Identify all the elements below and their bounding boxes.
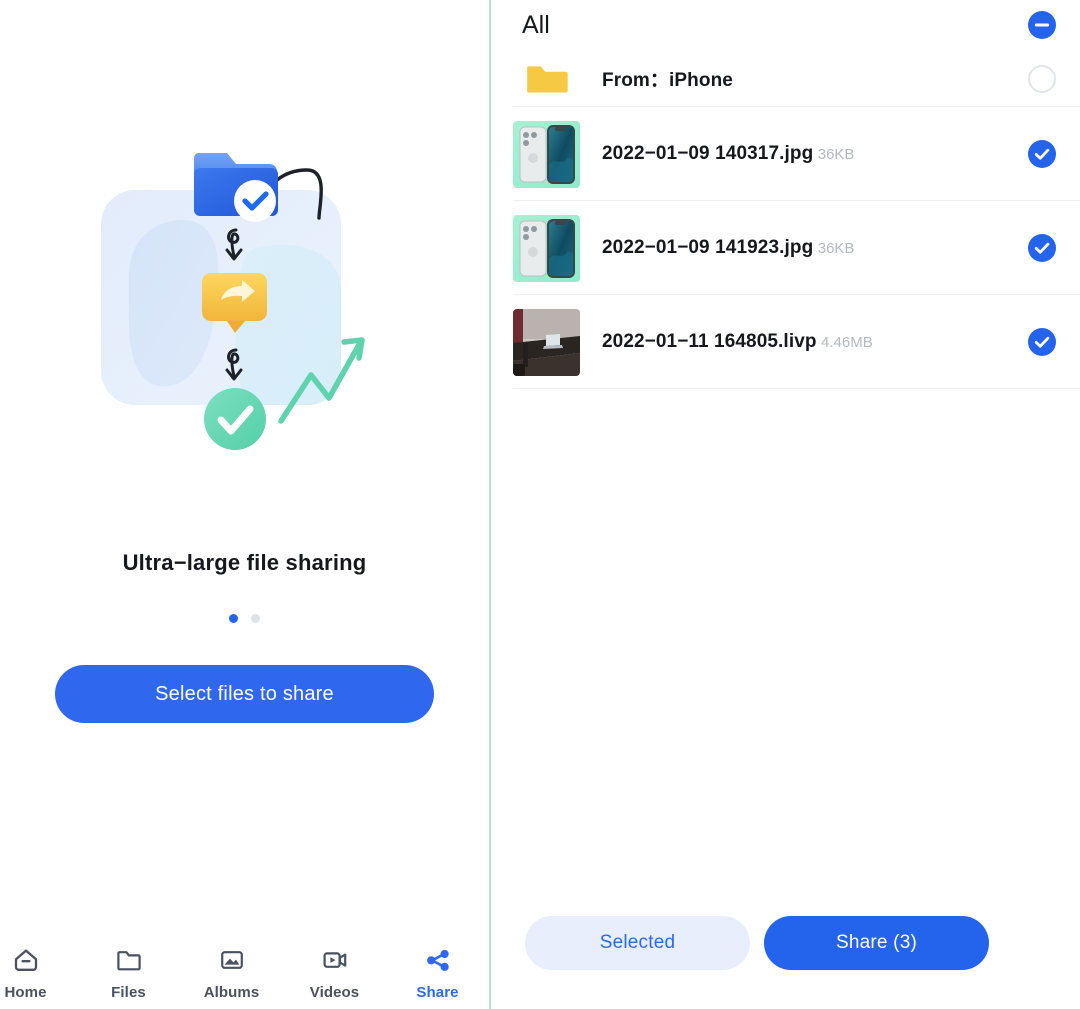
list-item-name: 2022−01−09 140317.jpg: [602, 143, 814, 164]
nav-item-albums[interactable]: Albums: [180, 945, 283, 1001]
nav-item-share[interactable]: Share: [386, 945, 489, 1001]
list-item-meta: 2022−01−09 140317.jpg 36KB: [602, 143, 1028, 165]
iphone-photo-thumbnail: [513, 120, 580, 188]
all-label: All: [522, 10, 550, 39]
footer-actions: Selected Share (3): [491, 916, 1080, 1009]
selected-button[interactable]: Selected: [525, 916, 750, 970]
list-item-name: 2022−01−09 141923.jpg: [602, 237, 814, 258]
desk-laptop-photo-thumbnail: [513, 308, 580, 376]
select-all-header: All: [491, 0, 1080, 50]
iphone-photo-thumbnail: [513, 214, 580, 282]
carousel-dots: [229, 614, 260, 623]
list-item-meta: 2022−01−09 141923.jpg 36KB: [602, 237, 1028, 259]
folder-icon: [114, 945, 144, 975]
carousel-dot-1[interactable]: [229, 614, 238, 623]
nav-label-files: Files: [111, 984, 146, 1001]
list-item[interactable]: 2022−01−09 141923.jpg 36KB: [491, 201, 1080, 295]
folder-icon: [513, 61, 580, 97]
hero-title: Ultra−large file sharing: [122, 550, 367, 575]
share-icon: [423, 945, 453, 975]
select-files-to-share-button[interactable]: Select files to share: [55, 665, 434, 723]
list-item-size: 36KB: [817, 240, 855, 257]
list-item[interactable]: From：iPhone: [491, 50, 1080, 107]
minus-circle-icon: [1034, 23, 1050, 27]
list-item-size: 36KB: [817, 146, 855, 163]
list-item[interactable]: 2022−01−11 164805.livp 4.46MB: [491, 295, 1080, 389]
list-item-size: 4.46MB: [821, 334, 873, 351]
home-icon: [11, 945, 41, 975]
list-item-name: From：iPhone: [602, 70, 733, 91]
nav-item-home[interactable]: Home: [0, 945, 77, 1001]
list-item-checkbox[interactable]: [1028, 140, 1056, 168]
nav-item-files[interactable]: Files: [77, 945, 180, 1001]
nav-item-videos[interactable]: Videos: [283, 945, 386, 1001]
select-all-checkbox[interactable]: [1028, 11, 1056, 39]
list-item-name: 2022−01−11 164805.livp: [602, 331, 817, 352]
check-circle-icon: [1034, 242, 1050, 254]
nav-label-home: Home: [4, 984, 47, 1001]
image-icon: [217, 945, 247, 975]
share-button[interactable]: Share (3): [764, 916, 989, 970]
list-item-meta: 2022−01−11 164805.livp 4.46MB: [602, 331, 1028, 353]
file-list: From：iPhone 2022−01−09 140317.jpg 36KB 2…: [491, 50, 1080, 916]
check-circle-icon: [1034, 148, 1050, 160]
list-item-checkbox[interactable]: [1028, 234, 1056, 262]
check-circle-icon: [1034, 336, 1050, 348]
empty-circle-icon: [1030, 67, 1054, 91]
file-picker-panel: All From：iPhone 2022−01−09 140317.jpg 36…: [491, 0, 1080, 1009]
hero-illustration: [95, 128, 395, 498]
left-panel: Ultra−large file sharing Select files to…: [0, 0, 491, 1009]
nav-label-videos: Videos: [309, 984, 360, 1001]
list-item-meta: From：iPhone: [602, 65, 1028, 92]
video-icon: [320, 945, 350, 975]
file-share-app: Ultra−large file sharing Select files to…: [0, 0, 1080, 1009]
nav-label-albums: Albums: [203, 984, 260, 1001]
list-item-checkbox[interactable]: [1028, 328, 1056, 356]
list-item-checkbox[interactable]: [1028, 64, 1056, 93]
carousel-dot-2[interactable]: [251, 614, 260, 623]
list-item[interactable]: 2022−01−09 140317.jpg 36KB: [491, 107, 1080, 201]
nav-label-share: Share: [416, 984, 459, 1001]
bottom-navigation: Home Files Albums Videos Share: [0, 945, 489, 1001]
